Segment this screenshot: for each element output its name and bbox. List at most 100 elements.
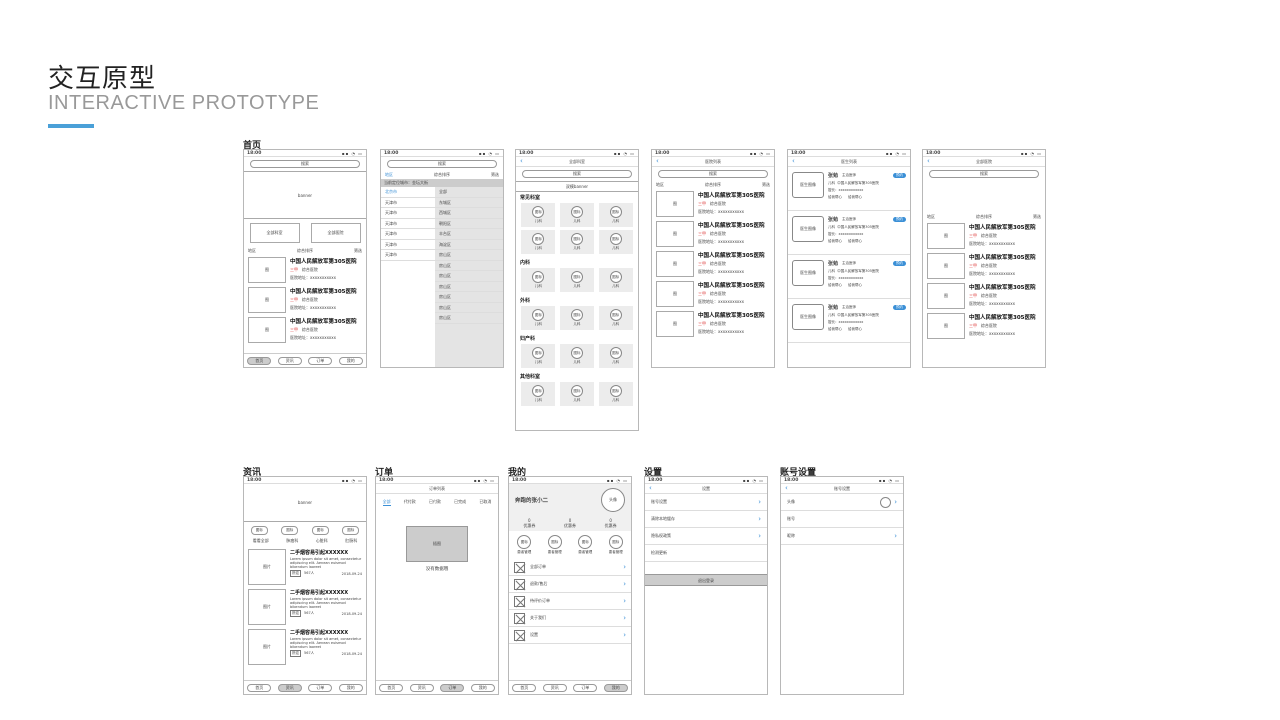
news-item[interactable]: 图片 二手烟容易引起XXXXXX Lorem ipsum dolor sit ame…: [244, 547, 366, 587]
dept-item[interactable]: 图标 儿科: [521, 306, 556, 330]
filter-region[interactable]: 地区: [248, 248, 256, 254]
book-button[interactable]: 预约: [893, 261, 906, 266]
tab-me[interactable]: 我的: [338, 356, 363, 365]
search-input[interactable]: 搜索: [658, 170, 768, 178]
dept-item[interactable]: 图标 儿科: [521, 230, 556, 254]
patient-mgr-item[interactable]: 图标 患者管理: [608, 535, 623, 555]
search-input[interactable]: 搜索: [387, 160, 497, 168]
settings-item[interactable]: 检测更新: [645, 545, 767, 562]
account-item-avatar[interactable]: 头像 ›: [781, 494, 903, 511]
order-tab[interactable]: 已取消: [479, 499, 491, 505]
hospital-item[interactable]: 图中国人民解放军第305医院 三甲 综合医院 医院地址：xxxxxxxxxxx: [923, 311, 1045, 341]
settings-item[interactable]: 账号设置 ›: [645, 494, 767, 511]
back-icon[interactable]: ‹: [785, 484, 788, 492]
city-item[interactable]: 天津市: [381, 240, 435, 250]
dept-item[interactable]: 图标 儿科: [521, 344, 556, 368]
tab-orders[interactable]: 订单: [308, 683, 333, 692]
all-dept-button[interactable]: 全部科室: [249, 223, 300, 243]
filter-filter[interactable]: 筛选: [491, 172, 499, 178]
filter-sort[interactable]: 综合排序: [434, 172, 450, 178]
hospital-item[interactable]: 图中国人民解放军第305医院 三甲 综合医院 医院地址：xxxxxxxxxxx: [244, 315, 366, 345]
hospital-item[interactable]: 图中国人民解放军第305医院 三甲 综合医院 医院地址：xxxxxxxxxxx: [244, 255, 366, 285]
district-item[interactable]: 全部: [435, 187, 503, 198]
me-menu-item[interactable]: 关于我们 ›: [509, 610, 631, 627]
back-icon[interactable]: ‹: [792, 157, 795, 165]
news-category[interactable]: 肺癌科: [286, 538, 298, 544]
district-item[interactable]: 房山区: [435, 261, 503, 271]
dept-item[interactable]: 图标 儿科: [598, 268, 633, 292]
hospital-item[interactable]: 图中国人民解放军第305医院 三甲 综合医院 医院地址：xxxxxxxxxxx: [923, 281, 1045, 311]
dept-item[interactable]: 图标 儿科: [598, 382, 633, 406]
order-tab[interactable]: 已完成: [454, 499, 466, 505]
news-chip[interactable]: 图标: [311, 526, 329, 535]
me-menu-item[interactable]: 全部订单 ›: [509, 559, 631, 576]
tab-orders[interactable]: 订单: [573, 683, 598, 692]
filter-sort[interactable]: 综合排序: [297, 248, 313, 254]
me-menu-item[interactable]: 退款/售后 ›: [509, 576, 631, 593]
tab-news[interactable]: 资讯: [277, 356, 302, 365]
news-category[interactable]: 心脏科: [316, 538, 328, 544]
tab-me[interactable]: 我的: [603, 683, 628, 692]
dept-item[interactable]: 图标 儿科: [559, 203, 594, 227]
district-item[interactable]: 房山区: [435, 250, 503, 261]
dept-item[interactable]: 图标 儿科: [598, 203, 633, 227]
logout-button[interactable]: 退出登录: [645, 574, 767, 586]
hospital-item[interactable]: 图中国人民解放军第305医院 三甲 综合医院 医院地址：xxxxxxxxxxx: [652, 189, 774, 219]
patient-mgr-item[interactable]: 图标 患者管理: [547, 535, 562, 555]
hospital-item[interactable]: 图中国人民解放军第305医院 三甲 综合医院 医院地址：xxxxxxxxxxx: [652, 249, 774, 279]
tab-me[interactable]: 我的: [470, 683, 495, 692]
tab-orders[interactable]: 订单: [440, 683, 465, 692]
city-item[interactable]: 天津市: [381, 208, 435, 219]
order-tab[interactable]: 已付款: [429, 499, 441, 505]
filter-region[interactable]: 地区: [656, 182, 664, 188]
settings-item[interactable]: 清除本地缓存 ›: [645, 511, 767, 528]
dept-item[interactable]: 图标 儿科: [559, 268, 594, 292]
tab-orders[interactable]: 订单: [308, 356, 333, 365]
stat-item[interactable]: 0 优惠券: [564, 518, 576, 529]
news-chip[interactable]: 图标: [281, 526, 299, 535]
tab-news[interactable]: 资讯: [409, 683, 434, 692]
district-item[interactable]: 东城区: [435, 198, 503, 208]
city-item[interactable]: 天津市: [381, 250, 435, 261]
hospital-item[interactable]: 图中国人民解放军第305医院 三甲 综合医院 医院地址：xxxxxxxxxxx: [923, 251, 1045, 281]
stat-item[interactable]: 0 优惠券: [605, 518, 617, 529]
stat-item[interactable]: 0 优惠券: [523, 518, 535, 529]
district-item[interactable]: 丰台区: [435, 229, 503, 240]
district-item[interactable]: 西城区: [435, 208, 503, 219]
filter-region[interactable]: 地区: [927, 214, 935, 220]
hospital-item[interactable]: 图中国人民解放军第305医院 三甲 综合医院 医院地址：xxxxxxxxxxx: [923, 221, 1045, 251]
news-chip[interactable]: 图标: [342, 526, 360, 535]
tab-home[interactable]: 首页: [247, 356, 272, 365]
news-item[interactable]: 图片 二手烟容易引起XXXXXX Lorem ipsum dolor sit ame…: [244, 587, 366, 627]
news-item[interactable]: 图片 二手烟容易引起XXXXXX Lorem ipsum dolor sit ame…: [244, 627, 366, 667]
tab-news[interactable]: 资讯: [542, 683, 567, 692]
district-item[interactable]: 海淀区: [435, 240, 503, 250]
dept-item[interactable]: 图标 儿科: [521, 203, 556, 227]
city-item[interactable]: 天津市: [381, 198, 435, 208]
book-button[interactable]: 预约: [893, 217, 906, 222]
order-tab[interactable]: 代付款: [404, 499, 416, 505]
filter-sort[interactable]: 综合排序: [976, 214, 992, 220]
dept-item[interactable]: 图标 儿科: [598, 230, 633, 254]
patient-mgr-item[interactable]: 图标 患者管理: [578, 535, 593, 555]
hospital-item[interactable]: 图中国人民解放军第305医院 三甲 综合医院 医院地址：xxxxxxxxxxx: [652, 219, 774, 249]
dept-item[interactable]: 图标 儿科: [521, 382, 556, 406]
filter-sort[interactable]: 综合排序: [705, 182, 721, 188]
settings-item[interactable]: 隐私权政策 ›: [645, 528, 767, 545]
search-input[interactable]: 搜索: [522, 170, 632, 178]
doctor-item[interactable]: 医生图像 张勉 主治医师 预约 儿科 中国人民解放军第305医院 擅长：xxxxxxxxx…: [788, 167, 910, 211]
news-chip[interactable]: 图标: [250, 526, 268, 535]
city-item[interactable]: 天津市: [381, 229, 435, 240]
order-tab[interactable]: 全部: [382, 499, 391, 506]
dept-item[interactable]: 图标 儿科: [559, 306, 594, 330]
news-category[interactable]: 看看全部: [253, 538, 269, 544]
district-item[interactable]: 房山区: [435, 292, 503, 303]
patient-mgr-item[interactable]: 图标 患者管理: [517, 535, 532, 555]
district-item[interactable]: 房山区: [435, 313, 503, 324]
dept-item[interactable]: 图标 儿科: [559, 344, 594, 368]
back-icon[interactable]: ‹: [656, 157, 659, 165]
district-item[interactable]: 房山区: [435, 282, 503, 292]
tab-me[interactable]: 我的: [338, 683, 363, 692]
me-menu-item[interactable]: 待评价订单 ›: [509, 593, 631, 610]
back-icon[interactable]: ‹: [520, 157, 523, 165]
